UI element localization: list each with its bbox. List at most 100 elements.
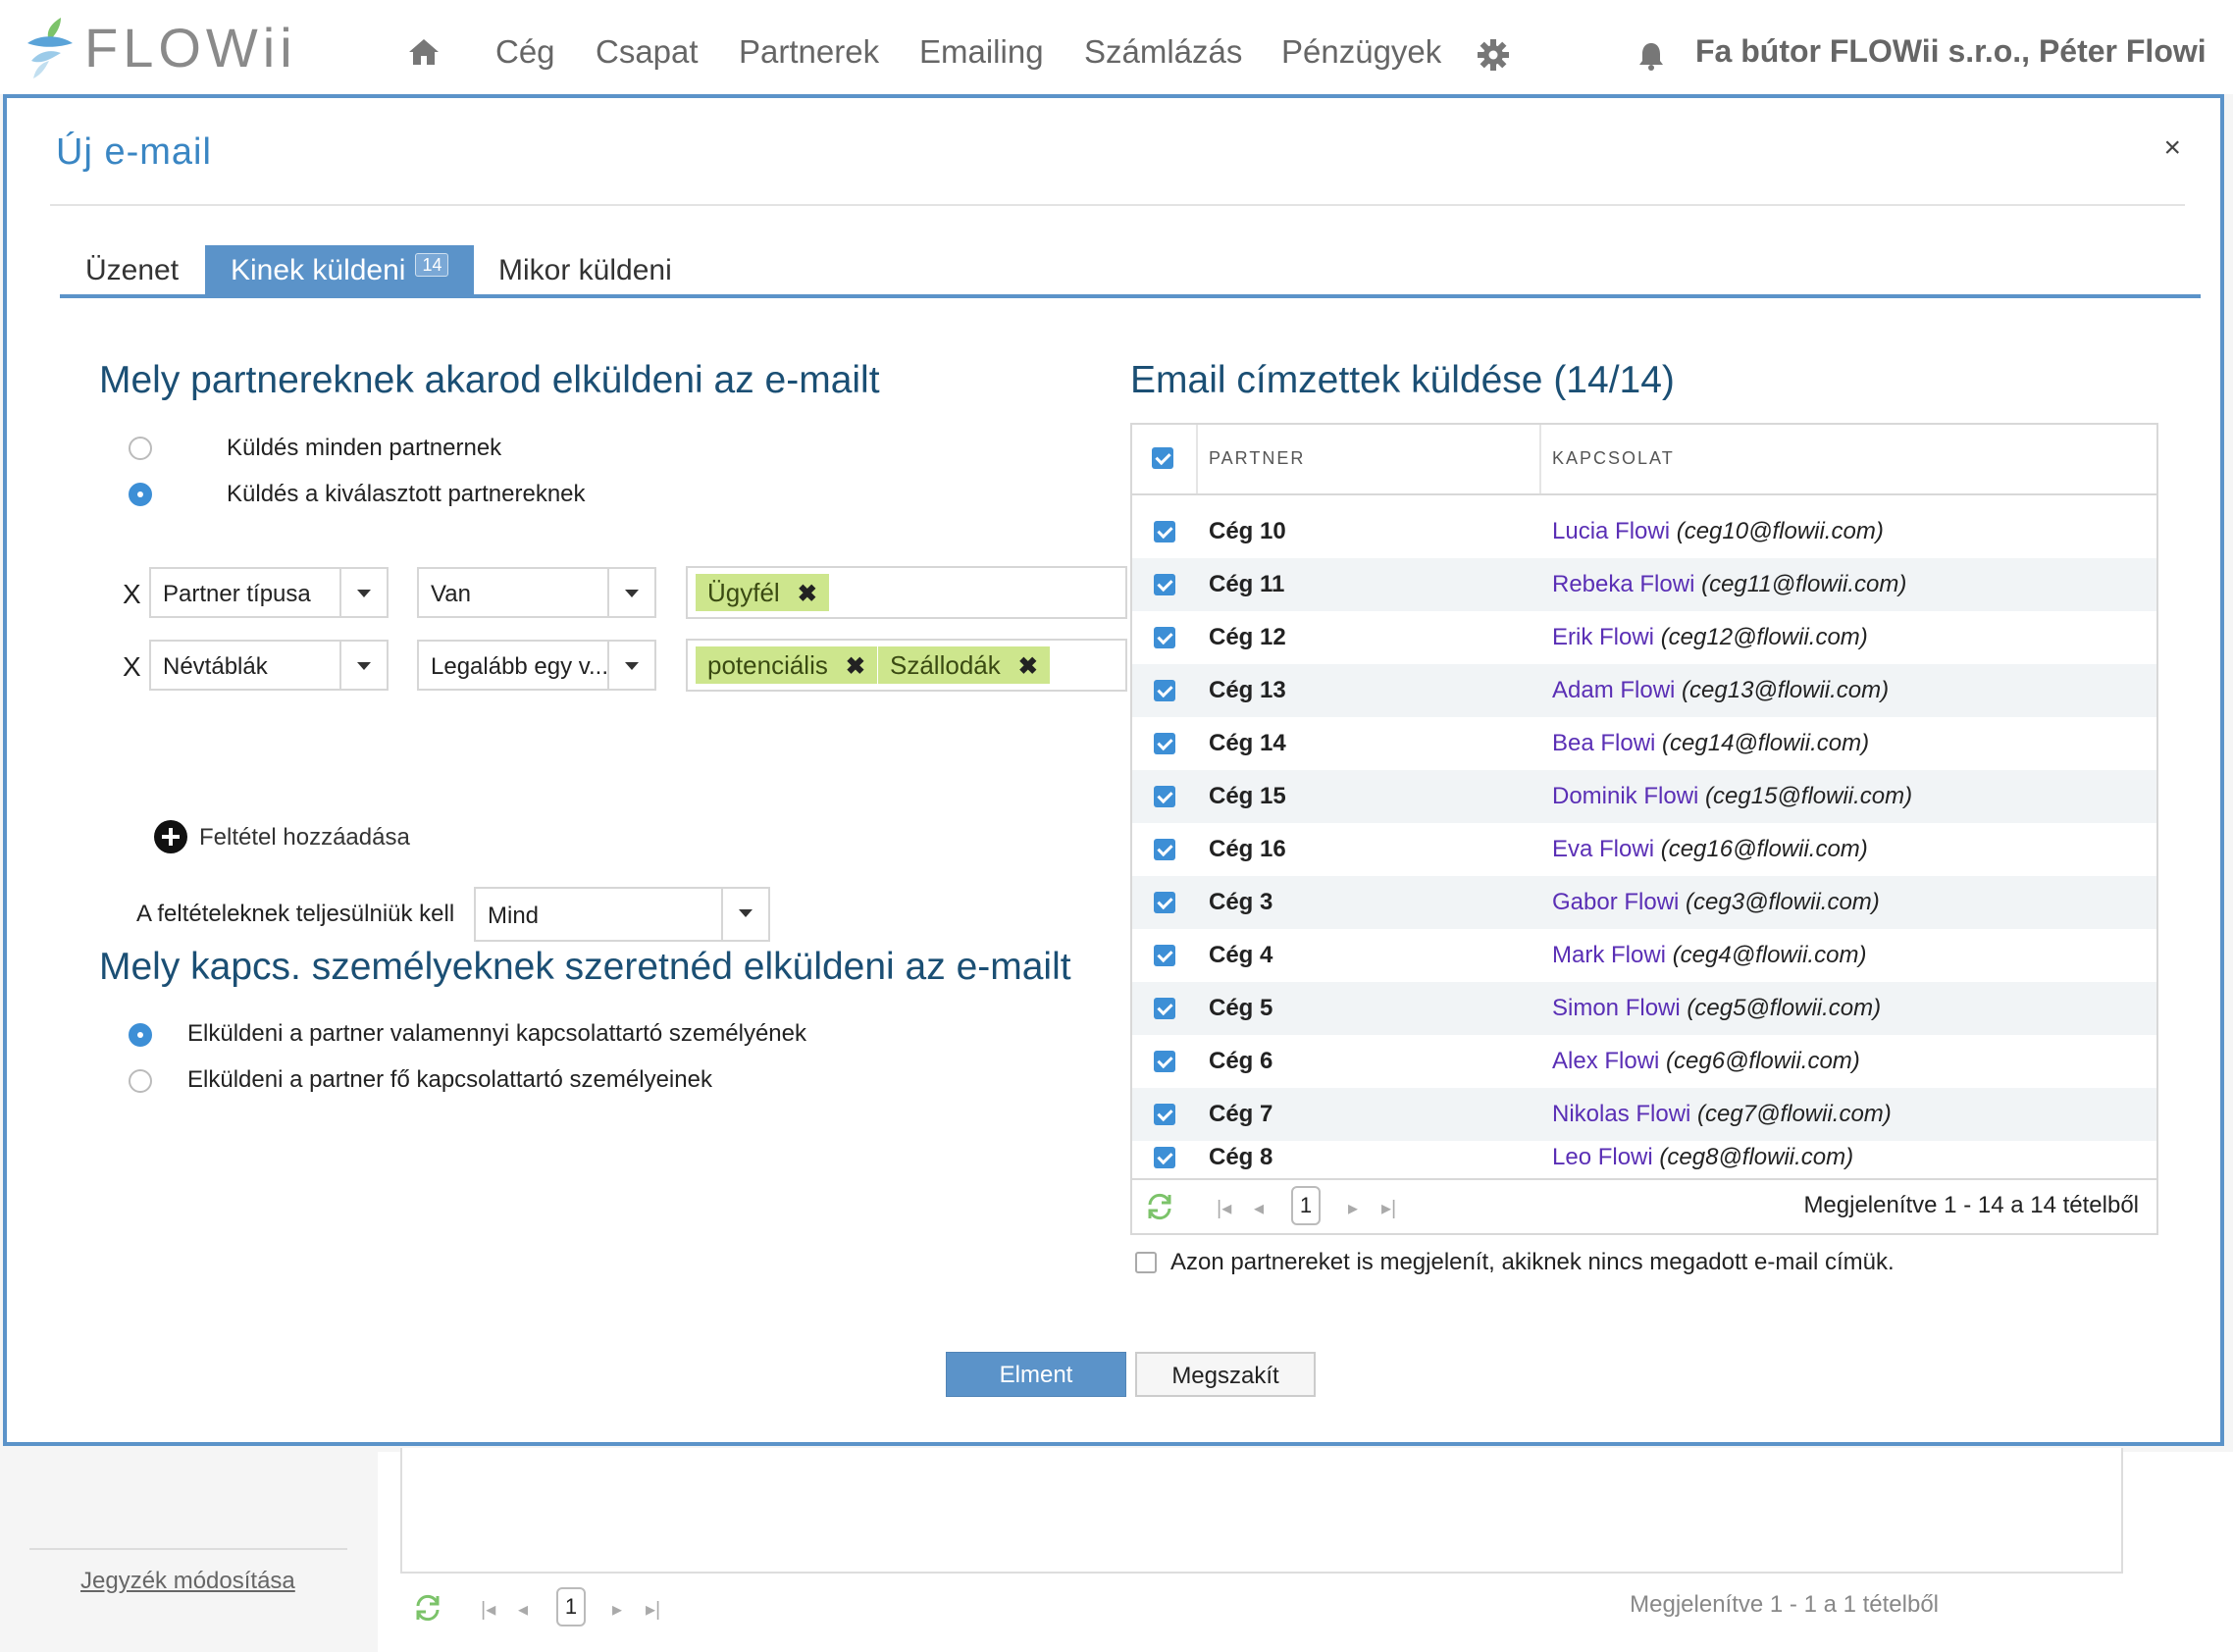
condition-field-select[interactable]: Partner típusa — [149, 567, 389, 618]
edit-list-link[interactable]: Jegyzék módosítása — [80, 1568, 295, 1595]
remove-tag-icon[interactable]: ✖ — [1018, 653, 1038, 680]
condition-operator-select[interactable]: Van — [417, 567, 656, 618]
chevron-down-icon[interactable] — [607, 569, 654, 616]
chevron-down-icon[interactable] — [339, 569, 387, 616]
remove-condition-button[interactable]: X — [123, 579, 141, 610]
table-row[interactable]: Cég 15 Dominik Flowi (ceg15@flowii.com) — [1132, 770, 2156, 823]
table-row[interactable]: Cég 4 Mark Flowi (ceg4@flowii.com) — [1132, 929, 2156, 982]
add-condition-link[interactable]: Feltétel hozzáadása — [199, 824, 410, 852]
table-row[interactable]: Cég 16 Eva Flowi (ceg16@flowii.com) — [1132, 823, 2156, 876]
first-page-icon[interactable]: |◂ — [1217, 1196, 1231, 1220]
user-company-name[interactable]: Fa bútor FLOWii s.r.o., Péter Flowi — [1695, 33, 2207, 70]
contact-cell[interactable]: Bea Flowi (ceg14@flowii.com) — [1552, 730, 1869, 757]
table-row[interactable]: Cég 7 Nikolas Flowi (ceg7@flowii.com) — [1132, 1088, 2156, 1141]
row-checkbox[interactable] — [1154, 998, 1175, 1019]
select-all-checkbox[interactable] — [1152, 447, 1173, 469]
chevron-down-icon[interactable] — [607, 642, 654, 689]
next-page-icon[interactable]: ▸ — [612, 1597, 622, 1622]
tab-kinek-kuldeni[interactable]: Kinek küldeni 14 — [205, 245, 475, 296]
contact-name[interactable]: Adam Flowi — [1552, 677, 1675, 703]
close-icon[interactable]: × — [2163, 131, 2181, 165]
logo-text[interactable]: FLOWii — [84, 16, 297, 79]
contact-cell[interactable]: Leo Flowi (ceg8@flowii.com) — [1552, 1144, 1853, 1171]
row-checkbox[interactable] — [1154, 786, 1175, 807]
refresh-icon[interactable] — [412, 1593, 443, 1623]
condition-operator-select[interactable]: Legalább egy v... — [417, 640, 656, 691]
contact-cell[interactable]: Mark Flowi (ceg4@flowii.com) — [1552, 942, 1866, 969]
contact-name[interactable]: Nikolas Flowi — [1552, 1101, 1690, 1127]
nav-item-szamlazas[interactable]: Számlázás — [1084, 33, 1242, 71]
home-icon[interactable] — [407, 37, 441, 67]
table-row[interactable]: Cég 8 Leo Flowi (ceg8@flowii.com) — [1132, 1141, 2156, 1178]
table-row[interactable]: Cég 12 Erik Flowi (ceg12@flowii.com) — [1132, 611, 2156, 664]
send-all-partners-radio[interactable] — [129, 437, 152, 460]
contact-name[interactable]: Eva Flowi — [1552, 836, 1654, 862]
contact-name[interactable]: Simon Flowi — [1552, 995, 1681, 1021]
prev-page-icon[interactable]: ◂ — [518, 1597, 528, 1622]
table-row[interactable]: Cég 5 Simon Flowi (ceg5@flowii.com) — [1132, 982, 2156, 1035]
table-row[interactable]: Cég 13 Adam Flowi (ceg13@flowii.com) — [1132, 664, 2156, 717]
send-main-contacts-radio[interactable] — [129, 1069, 152, 1093]
row-checkbox[interactable] — [1154, 1051, 1175, 1072]
table-row[interactable]: Cég 10 Lucia Flowi (ceg10@flowii.com) — [1132, 505, 2156, 558]
row-checkbox[interactable] — [1154, 945, 1175, 966]
contact-name[interactable]: Bea Flowi — [1552, 730, 1655, 756]
show-no-email-checkbox[interactable] — [1135, 1252, 1157, 1273]
background-page-number[interactable]: 1 — [556, 1587, 586, 1626]
table-row[interactable]: Cég 11 Rebeka Flowi (ceg11@flowii.com) — [1132, 558, 2156, 611]
page-number[interactable]: 1 — [1291, 1186, 1321, 1225]
remove-condition-button[interactable]: X — [123, 651, 141, 683]
contact-name[interactable]: Mark Flowi — [1552, 942, 1666, 968]
first-page-icon[interactable]: |◂ — [481, 1597, 495, 1622]
send-selected-partners-radio[interactable] — [129, 483, 152, 506]
chevron-down-icon[interactable] — [721, 889, 768, 940]
remove-tag-icon[interactable]: ✖ — [846, 653, 865, 680]
last-page-icon[interactable]: ▸| — [1381, 1196, 1396, 1220]
condition-field-select[interactable]: Névtáblák — [149, 640, 389, 691]
nav-item-ceg[interactable]: Cég — [495, 33, 555, 71]
contact-cell[interactable]: Rebeka Flowi (ceg11@flowii.com) — [1552, 571, 1906, 598]
contact-name[interactable]: Rebeka Flowi — [1552, 571, 1694, 597]
contact-cell[interactable]: Gabor Flowi (ceg3@flowii.com) — [1552, 889, 1880, 916]
send-all-contacts-radio[interactable] — [129, 1023, 152, 1047]
tab-mikor-kuldeni[interactable]: Mikor küldeni — [473, 245, 698, 296]
contact-cell[interactable]: Alex Flowi (ceg6@flowii.com) — [1552, 1048, 1860, 1075]
remove-tag-icon[interactable]: ✖ — [798, 581, 817, 607]
tab-uzenet[interactable]: Üzenet — [60, 245, 204, 296]
last-page-icon[interactable]: ▸| — [646, 1597, 660, 1622]
column-header-partner[interactable]: PARTNER — [1209, 448, 1305, 469]
row-checkbox[interactable] — [1154, 627, 1175, 648]
row-checkbox[interactable] — [1154, 1104, 1175, 1125]
bell-icon[interactable] — [1637, 41, 1665, 71]
cancel-button[interactable]: Megszakít — [1135, 1352, 1316, 1397]
contact-cell[interactable]: Simon Flowi (ceg5@flowii.com) — [1552, 995, 1881, 1022]
nav-item-emailing[interactable]: Emailing — [919, 33, 1044, 71]
contact-name[interactable]: Dominik Flowi — [1552, 783, 1698, 809]
nav-item-penzugyek[interactable]: Pénzügyek — [1281, 33, 1441, 71]
row-checkbox[interactable] — [1154, 892, 1175, 913]
table-row[interactable]: Cég 14 Bea Flowi (ceg14@flowii.com) — [1132, 717, 2156, 770]
contact-name[interactable]: Alex Flowi — [1552, 1048, 1659, 1074]
save-button[interactable]: Elment — [946, 1352, 1126, 1397]
prev-page-icon[interactable]: ◂ — [1254, 1196, 1264, 1220]
nav-item-csapat[interactable]: Csapat — [596, 33, 699, 71]
requirement-select[interactable]: Mind — [474, 887, 770, 942]
contact-name[interactable]: Lucia Flowi — [1552, 518, 1670, 544]
row-checkbox[interactable] — [1154, 839, 1175, 860]
column-header-contact[interactable]: KAPCSOLAT — [1552, 448, 1675, 469]
row-checkbox[interactable] — [1154, 521, 1175, 542]
condition-values-input[interactable]: potenciális ✖ Szállodák ✖ — [686, 639, 1127, 692]
plus-circle-icon[interactable] — [154, 820, 187, 853]
contact-cell[interactable]: Eva Flowi (ceg16@flowii.com) — [1552, 836, 1868, 863]
gear-icon[interactable] — [1478, 39, 1509, 71]
contact-cell[interactable]: Lucia Flowi (ceg10@flowii.com) — [1552, 518, 1884, 545]
row-checkbox[interactable] — [1154, 733, 1175, 754]
contact-name[interactable]: Erik Flowi — [1552, 624, 1654, 650]
contact-cell[interactable]: Dominik Flowi (ceg15@flowii.com) — [1552, 783, 1912, 810]
condition-values-input[interactable]: Ügyfél ✖ — [686, 566, 1127, 619]
refresh-icon[interactable] — [1144, 1192, 1175, 1221]
table-row[interactable]: Cég 6 Alex Flowi (ceg6@flowii.com) — [1132, 1035, 2156, 1088]
contact-cell[interactable]: Adam Flowi (ceg13@flowii.com) — [1552, 677, 1889, 704]
contact-name[interactable]: Gabor Flowi — [1552, 889, 1679, 915]
contact-cell[interactable]: Erik Flowi (ceg12@flowii.com) — [1552, 624, 1868, 651]
